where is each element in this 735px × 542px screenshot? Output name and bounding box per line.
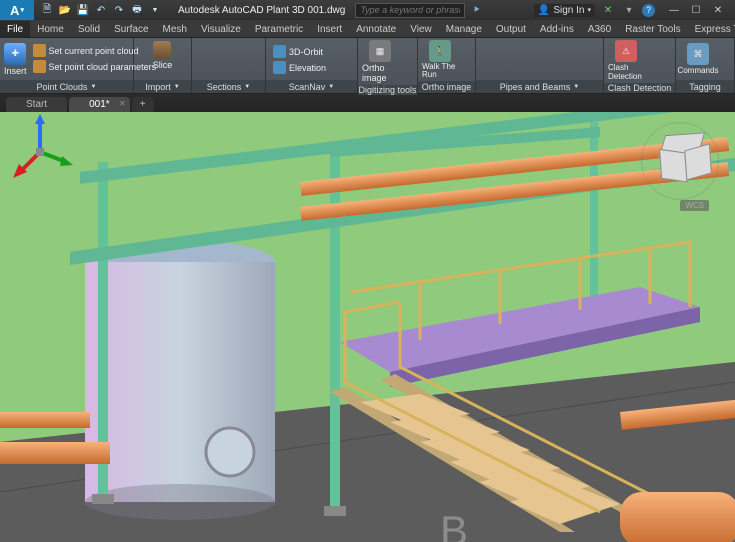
tab-parametric[interactable]: Parametric bbox=[248, 21, 310, 37]
insert-icon: ✚ bbox=[4, 43, 26, 65]
clash-label: Clash Detection bbox=[608, 63, 644, 81]
panel-title-clash[interactable]: Clash Detection bbox=[604, 83, 675, 93]
close-button[interactable]: ✕ bbox=[707, 2, 729, 18]
tab-addins[interactable]: Add-ins bbox=[533, 21, 581, 37]
panel-ortho: 🚶 Walk The Run Ortho image bbox=[418, 38, 476, 93]
help-icon[interactable]: ? bbox=[642, 4, 655, 17]
panel-clash: ⚠ Clash Detection Clash Detection bbox=[604, 38, 676, 93]
document-tabs: Start 001*✕ + bbox=[0, 94, 735, 112]
insert-button[interactable]: ✚ Insert bbox=[4, 43, 27, 76]
tab-insert[interactable]: Insert bbox=[310, 21, 349, 37]
tab-visualize[interactable]: Visualize bbox=[194, 21, 248, 37]
sign-in-button[interactable]: 👤 Sign In ▾ bbox=[534, 4, 595, 17]
tab-output[interactable]: Output bbox=[489, 21, 533, 37]
file-tab[interactable]: File bbox=[0, 21, 30, 37]
panel-title-pipes[interactable]: Pipes and Beams▼ bbox=[476, 80, 603, 93]
sign-in-label: Sign In bbox=[553, 5, 584, 16]
qat-undo-icon[interactable]: ↶ bbox=[94, 3, 108, 17]
search-input[interactable] bbox=[355, 3, 465, 18]
title-bar: A▾ 🗎 📂 💾 ↶ ↷ 🖶 ▼ Autodesk AutoCAD Plant … bbox=[0, 0, 735, 20]
ribbon-tabs: File Home Solid Surface Mesh Visualize P… bbox=[0, 20, 735, 38]
tab-a360[interactable]: A360 bbox=[581, 21, 618, 37]
slice-icon bbox=[153, 41, 171, 59]
tab-mesh[interactable]: Mesh bbox=[156, 21, 194, 37]
user-icon: 👤 bbox=[538, 5, 550, 16]
orbit-label: 3D-Orbit bbox=[289, 47, 323, 57]
qat-redo-icon[interactable]: ↷ bbox=[112, 3, 126, 17]
help-dropdown-icon[interactable]: ▾ bbox=[621, 2, 637, 18]
tab-express[interactable]: Express Tools bbox=[688, 21, 735, 37]
walk-icon: 🚶 bbox=[429, 40, 451, 62]
application-menu[interactable]: A▾ bbox=[0, 0, 34, 20]
clash-button[interactable]: ⚠ Clash Detection bbox=[608, 40, 644, 81]
clash-icon: ⚠ bbox=[615, 40, 637, 62]
panel-title-ortho[interactable]: Ortho image bbox=[418, 81, 475, 93]
qat-plot-icon[interactable]: 🖶 bbox=[130, 3, 144, 17]
panel-pipes: Pipes and Beams▼ bbox=[476, 38, 604, 93]
elevation-label: Elevation bbox=[289, 63, 326, 73]
qat-save-icon[interactable]: 💾 bbox=[76, 3, 90, 17]
panel-tagging: ⌘ Commands Tagging bbox=[676, 38, 735, 93]
slice-label: Slice bbox=[153, 60, 173, 70]
slice-button[interactable]: Slice bbox=[153, 41, 173, 70]
plant-3d-scene bbox=[0, 112, 735, 542]
set-current-pc-label: Set current point cloud bbox=[49, 46, 139, 56]
commands-label: Commands bbox=[678, 66, 719, 75]
maximize-button[interactable]: ☐ bbox=[685, 2, 707, 18]
pc-icon bbox=[33, 44, 46, 57]
viewport-annotation: B bbox=[440, 507, 468, 542]
elevation-icon bbox=[273, 61, 286, 74]
commands-button[interactable]: ⌘ Commands bbox=[680, 43, 716, 75]
panel-title-scannav[interactable]: ScanNav▼ bbox=[266, 80, 357, 93]
tab-view[interactable]: View bbox=[403, 21, 439, 37]
tab-annotate[interactable]: Annotate bbox=[349, 21, 403, 37]
tab-raster[interactable]: Raster Tools bbox=[618, 21, 687, 37]
panel-title-pointclouds[interactable]: Point Clouds▼ bbox=[0, 80, 133, 93]
view-cube[interactable] bbox=[651, 130, 713, 192]
insert-label: Insert bbox=[4, 66, 27, 76]
ucs-gizmo[interactable] bbox=[0, 112, 80, 192]
panel-sections: Sections▼ bbox=[192, 38, 266, 93]
commands-icon: ⌘ bbox=[687, 43, 709, 65]
orbit-button[interactable]: 3D-Orbit bbox=[270, 44, 329, 59]
panel-title-tagging[interactable]: Tagging bbox=[676, 80, 734, 93]
panel-title-import[interactable]: Import▼ bbox=[134, 80, 191, 93]
ortho-image-button[interactable]: ▦ Ortho image bbox=[362, 40, 398, 83]
qat-open-icon[interactable]: 📂 bbox=[58, 3, 72, 17]
tab-manage[interactable]: Manage bbox=[439, 21, 489, 37]
close-icon[interactable]: ✕ bbox=[119, 99, 126, 108]
app-title: Autodesk AutoCAD Plant 3D 001.dwg bbox=[168, 5, 355, 16]
wcs-label[interactable]: WCS bbox=[680, 200, 709, 211]
file-tab-add[interactable]: + bbox=[132, 97, 154, 112]
panel-point-clouds: ✚ Insert Set current point cloud Set poi… bbox=[0, 38, 134, 93]
tab-home[interactable]: Home bbox=[30, 21, 71, 37]
panel-title-digitizing[interactable]: Digitizing tools bbox=[358, 85, 417, 95]
model-viewport[interactable]: WCS B bbox=[0, 112, 735, 542]
elevation-button[interactable]: Elevation bbox=[270, 60, 329, 75]
orbit-icon bbox=[273, 45, 286, 58]
tab-solid[interactable]: Solid bbox=[71, 21, 107, 37]
ribbon: ✚ Insert Set current point cloud Set poi… bbox=[0, 38, 735, 94]
panel-scannav: 3D-Orbit Elevation ScanNav▼ bbox=[266, 38, 358, 93]
search-go-icon[interactable]: ⯈ bbox=[468, 2, 484, 18]
pc-params-icon bbox=[33, 60, 46, 73]
qat-new-icon[interactable]: 🗎 bbox=[40, 3, 54, 17]
panel-digitizing: ▦ Ortho image Digitizing tools bbox=[358, 38, 418, 93]
walk-run-button[interactable]: 🚶 Walk The Run bbox=[422, 40, 458, 79]
exchange-icon[interactable]: ✕ bbox=[600, 2, 616, 18]
qat-dropdown-icon[interactable]: ▼ bbox=[148, 3, 162, 17]
panel-import: Slice Import▼ bbox=[134, 38, 192, 93]
quick-access-toolbar: 🗎 📂 💾 ↶ ↷ 🖶 ▼ bbox=[34, 3, 168, 17]
ortho-image-icon: ▦ bbox=[369, 40, 391, 62]
tab-surface[interactable]: Surface bbox=[107, 21, 155, 37]
file-tab-document[interactable]: 001*✕ bbox=[69, 97, 130, 112]
file-tab-start[interactable]: Start bbox=[6, 97, 67, 112]
minimize-button[interactable]: — bbox=[663, 2, 685, 18]
panel-title-sections[interactable]: Sections▼ bbox=[192, 80, 265, 93]
walk-label: Walk The Run bbox=[422, 63, 458, 79]
ortho-image-label: Ortho image bbox=[362, 63, 398, 83]
